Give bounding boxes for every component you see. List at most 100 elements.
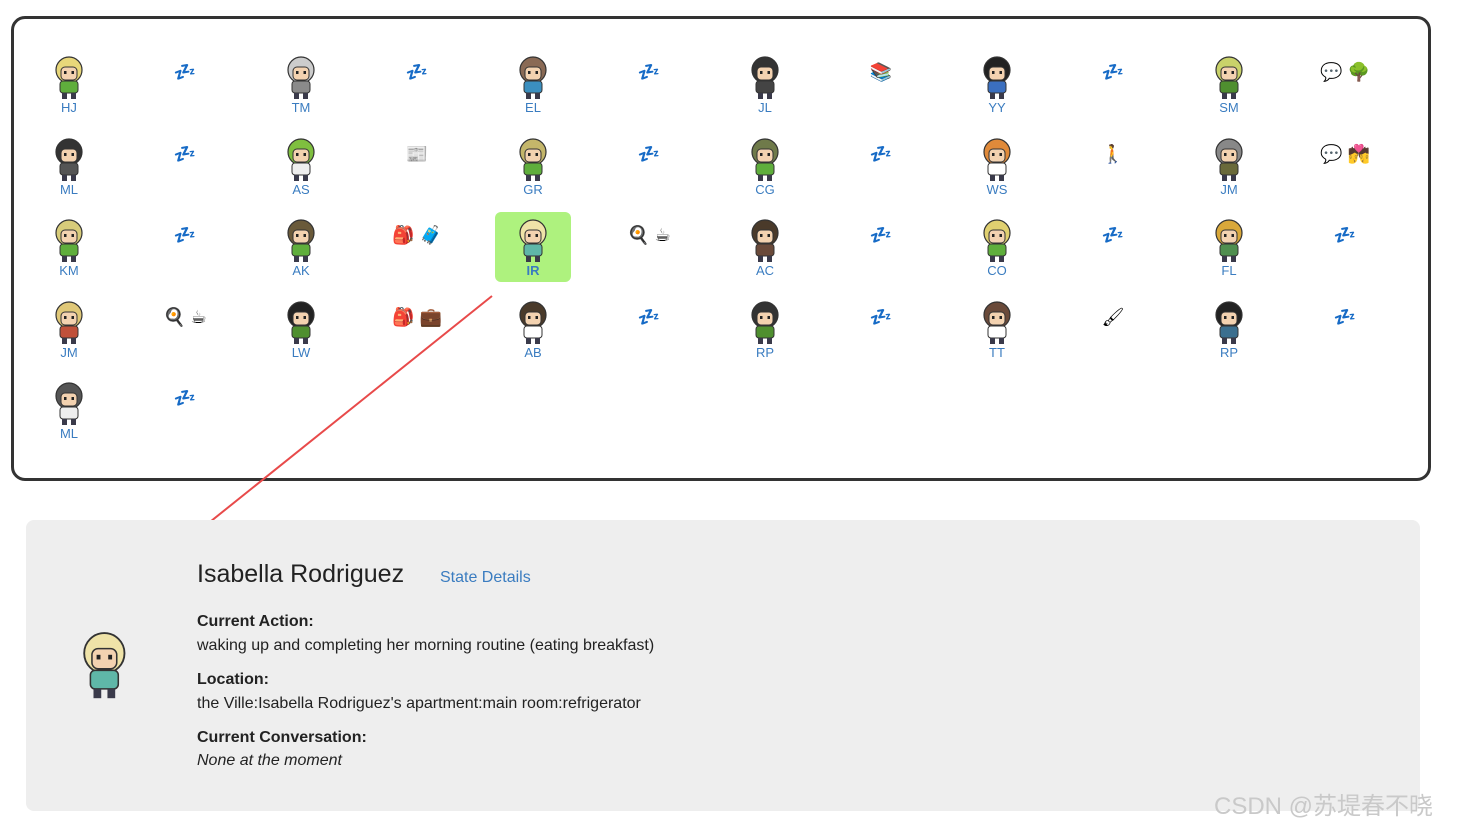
agent-sprite-icon <box>727 216 803 264</box>
agent-status-icon: 💤 <box>173 143 197 164</box>
agent-detail-panel: Isabella Rodriguez State Details Current… <box>26 520 1420 811</box>
watermark: CSDN @苏堤春不晓 <box>1214 793 1434 820</box>
agent-sprite-icon <box>495 135 571 183</box>
agent-sprite-icon <box>1191 135 1267 183</box>
agent-avatar-fl[interactable]: FL <box>1191 216 1267 286</box>
agent-avatar-jm[interactable]: JM <box>1191 135 1267 205</box>
agent-status-icon: 💤 <box>637 62 661 82</box>
agent-status-icon: 💬 🌳 <box>1320 62 1370 82</box>
agent-avatar-ak[interactable]: AK <box>263 216 339 286</box>
agent-initials: IR <box>526 263 540 278</box>
agent-sprite-icon <box>263 53 339 101</box>
current-action-label: Current Action: <box>197 613 314 630</box>
agent-initials: AC <box>755 263 775 278</box>
agent-status-icon: 💤 <box>869 225 893 245</box>
agent-status-icon: 💤 <box>173 225 197 245</box>
agent-status-icon: 💤 <box>405 62 429 82</box>
agent-status-icon: 💤 <box>869 143 893 164</box>
agent-initials: AS <box>292 181 310 197</box>
agent-status-icon: 💤 <box>869 306 893 327</box>
agent-avatar-cg[interactable]: CG <box>727 135 803 205</box>
agent-avatar-tm[interactable]: TM <box>263 53 339 123</box>
agent-sprite-icon <box>1191 216 1267 264</box>
agent-sprite-icon <box>263 216 339 264</box>
agent-avatar-co[interactable]: CO <box>959 216 1035 286</box>
agent-avatar-tt[interactable]: TT <box>959 298 1035 368</box>
agent-status-icon: 💤 <box>637 143 661 164</box>
agent-sprite-icon <box>727 53 803 101</box>
agent-avatar-lw[interactable]: LW <box>263 298 339 368</box>
agent-initials: FL <box>1221 263 1237 278</box>
agent-avatar-ml[interactable]: ML <box>31 135 107 205</box>
agent-status-icon: 💤 <box>637 306 661 327</box>
location-label: Location: <box>197 671 269 688</box>
agent-status-icon: 🎒 💼 <box>392 306 442 327</box>
agent-avatar-ac[interactable]: AC <box>727 216 803 286</box>
agent-initials: RP <box>1219 344 1239 360</box>
agent-avatar-gr[interactable]: GR <box>495 135 571 205</box>
agent-avatar-ml[interactable]: ML <box>31 379 107 449</box>
conversation-value: None at the moment <box>197 752 342 769</box>
agent-sprite-icon <box>959 53 1035 101</box>
agent-status-icon: 📚 <box>869 62 893 82</box>
agent-sprite-icon <box>959 216 1035 264</box>
agent-avatar-jm[interactable]: JM <box>31 298 107 368</box>
agent-status-icon: 🍳 ☕ <box>163 306 207 327</box>
agent-sprite-icon <box>1191 298 1267 346</box>
agent-initials: AK <box>292 263 310 278</box>
agent-avatar-jl[interactable]: JL <box>727 53 803 123</box>
agent-status-icon: 🖌 <box>1101 306 1125 327</box>
agent-status-icon: 🚶 <box>1101 143 1125 164</box>
agent-avatar-sm[interactable]: SM <box>1191 53 1267 123</box>
agent-sprite-icon <box>263 298 339 346</box>
agent-initials: YY <box>988 100 1006 115</box>
agent-status-icon: 💤 <box>1101 225 1125 245</box>
agent-status-icon: 🎒 🧳 <box>392 225 442 245</box>
state-details-link[interactable]: State Details <box>440 569 531 587</box>
agent-sprite-icon <box>495 53 571 101</box>
isabella-sprite-icon <box>78 632 131 705</box>
agent-status-icon: 💤 <box>173 388 197 408</box>
agent-sprite-icon <box>31 298 107 346</box>
agent-initials: TM <box>291 100 311 115</box>
agent-avatar-as[interactable]: AS <box>263 135 339 205</box>
agent-avatar-rp[interactable]: RP <box>727 298 803 368</box>
agent-large-avatar <box>78 630 131 706</box>
agent-roster-panel: HJ 💤 TM 💤 EL 💤 JL 📚 YY 💤 SM 💬 🌳 ML 💤 AS 📰 GR 💤 CG 💤 WS 🚶 JM 💬 💏… <box>11 16 1431 481</box>
agent-initials: ML <box>59 426 79 441</box>
agent-sprite-icon <box>263 135 339 183</box>
agent-sprite-icon <box>31 379 107 427</box>
location-value: the Ville:Isabella Rodriguez's apartment… <box>197 695 641 712</box>
agent-initials: TT <box>989 344 1005 360</box>
agent-avatar-yy[interactable]: YY <box>959 53 1035 123</box>
agent-sprite-icon <box>31 135 107 183</box>
agent-avatar-ab[interactable]: AB <box>495 298 571 368</box>
agent-status-icon: 🍳 ☕ <box>627 225 671 245</box>
agent-avatar-ir[interactable]: IR <box>495 212 571 282</box>
agent-initials: RP <box>755 344 775 360</box>
agent-avatar-hj[interactable]: HJ <box>31 53 107 123</box>
agent-status-icon: 💤 <box>1333 306 1357 327</box>
agent-sprite-icon <box>1191 53 1267 101</box>
agent-sprite-icon <box>31 216 107 264</box>
agent-initials: AB <box>524 344 542 360</box>
agent-initials: JL <box>758 100 772 115</box>
current-action-value: waking up and completing her morning rou… <box>197 637 655 654</box>
agent-initials: EL <box>525 100 541 115</box>
agent-name: Isabella Rodriguez <box>197 560 405 588</box>
agent-sprite-icon <box>727 298 803 346</box>
conversation-label: Current Conversation: <box>197 729 367 746</box>
agent-avatar-km[interactable]: KM <box>31 216 107 286</box>
agent-sprite-icon <box>495 212 571 264</box>
agent-sprite-icon <box>959 298 1035 346</box>
agent-initials: ML <box>59 181 79 197</box>
agent-sprite-icon <box>495 298 571 346</box>
agent-initials: JM <box>60 344 78 360</box>
agent-status-icon: 💤 <box>1101 62 1125 82</box>
agent-initials: GR <box>523 181 543 197</box>
agent-avatar-el[interactable]: EL <box>495 53 571 123</box>
agent-sprite-icon <box>959 135 1035 183</box>
agent-avatar-ws[interactable]: WS <box>959 135 1035 205</box>
agent-avatar-rp[interactable]: RP <box>1191 298 1267 368</box>
agent-initials: SM <box>1219 100 1239 115</box>
